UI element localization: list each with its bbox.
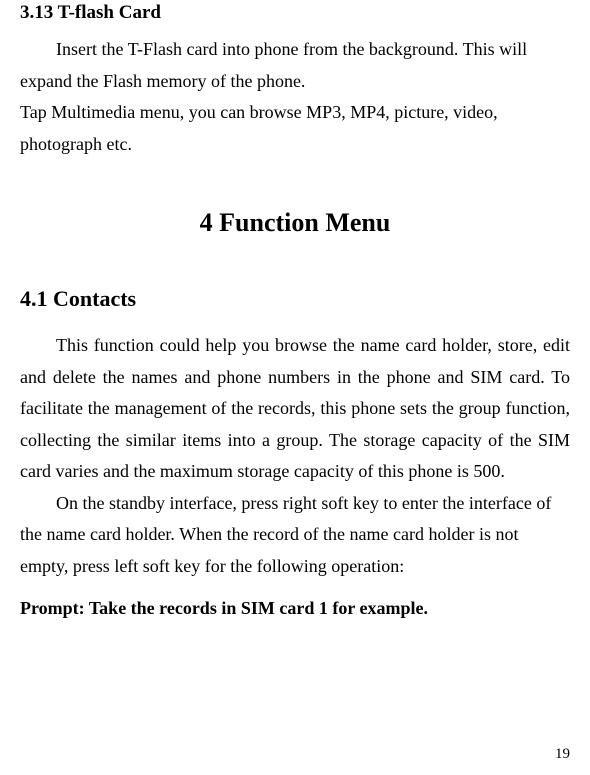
page-number: 19 [555, 746, 570, 763]
section-3-13-para2: Tap Multimedia menu, you can browse MP3,… [20, 97, 570, 160]
section-4-1-prompt: Prompt: Take the records in SIM card 1 f… [20, 598, 570, 619]
section-3-13-heading: 3.13 T-flash Card [20, 2, 570, 24]
section-4-1-para1: This function could help you browse the … [20, 330, 570, 488]
section-4-1-heading: 4.1 Contacts [20, 286, 570, 312]
section-4-1-para2: On the standby interface, press right so… [20, 488, 570, 583]
chapter-4-heading: 4 Function Menu [20, 208, 570, 238]
section-3-13-para1: Insert the T-Flash card into phone from … [20, 34, 570, 97]
